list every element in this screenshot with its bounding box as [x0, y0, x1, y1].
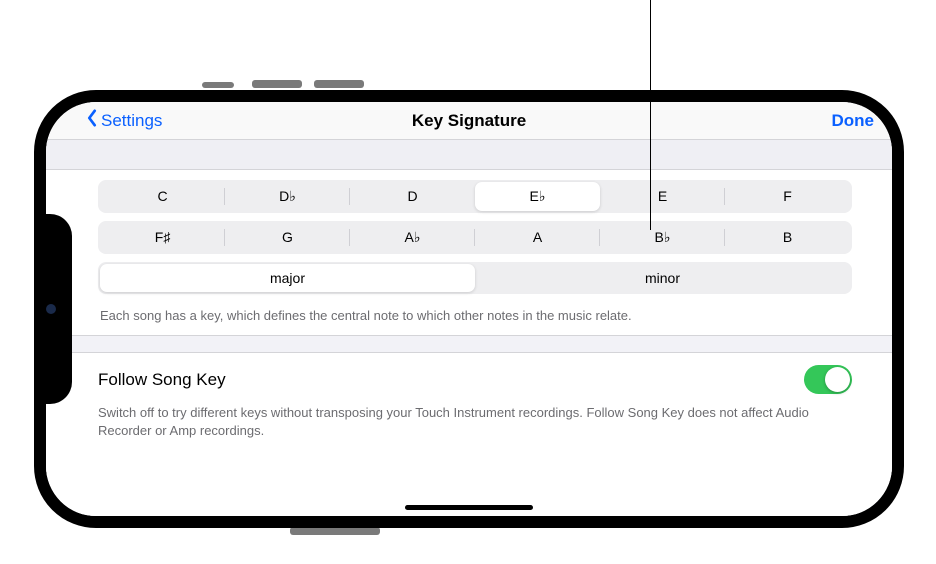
key-description: Each song has a key, which defines the c…	[98, 302, 852, 335]
iphone-frame: Settings Key Signature Done CD♭DE♭EF F♯G…	[34, 90, 904, 528]
key-option-e[interactable]: E	[600, 182, 725, 211]
section-gap	[46, 335, 904, 353]
key-row-2: F♯GA♭AB♭B	[98, 221, 852, 254]
key-option-d[interactable]: D♭	[225, 182, 350, 211]
follow-song-key-toggle[interactable]	[804, 365, 852, 394]
scale-option-major[interactable]: major	[100, 264, 475, 292]
key-option-c[interactable]: C	[100, 182, 225, 211]
key-option-a[interactable]: A♭	[350, 223, 475, 252]
content-area: CD♭DE♭EF F♯GA♭AB♭B majorminor Each song …	[46, 170, 892, 516]
key-option-b[interactable]: B♭	[600, 223, 725, 252]
done-button[interactable]: Done	[832, 111, 875, 131]
key-row-1: CD♭DE♭EF	[98, 180, 852, 213]
nav-separator	[46, 140, 892, 170]
key-option-e[interactable]: E♭	[475, 182, 600, 211]
screen: Settings Key Signature Done CD♭DE♭EF F♯G…	[46, 102, 892, 516]
chevron-left-icon	[86, 109, 98, 132]
phone-mute-switch	[202, 82, 234, 88]
scale-option-minor[interactable]: minor	[475, 264, 850, 292]
follow-song-key-description: Switch off to try different keys without…	[98, 402, 852, 440]
key-option-d[interactable]: D	[350, 182, 475, 211]
back-label: Settings	[101, 111, 162, 131]
key-option-g[interactable]: G	[225, 223, 350, 252]
phone-volume-up	[252, 80, 302, 88]
callout-line	[650, 0, 651, 230]
key-option-a[interactable]: A	[475, 223, 600, 252]
phone-volume-down	[314, 80, 364, 88]
home-indicator[interactable]	[405, 505, 533, 510]
key-option-f[interactable]: F♯	[100, 223, 225, 252]
phone-power-button	[290, 527, 380, 535]
follow-song-key-row: Follow Song Key	[98, 353, 852, 402]
iphone-notch	[34, 214, 72, 404]
key-option-b[interactable]: B	[725, 223, 850, 252]
page-title: Key Signature	[412, 111, 526, 131]
key-option-f[interactable]: F	[725, 182, 850, 211]
nav-bar: Settings Key Signature Done	[46, 102, 892, 140]
scale-row: majorminor	[98, 262, 852, 294]
follow-song-key-label: Follow Song Key	[98, 370, 226, 390]
back-button[interactable]: Settings	[86, 109, 162, 132]
